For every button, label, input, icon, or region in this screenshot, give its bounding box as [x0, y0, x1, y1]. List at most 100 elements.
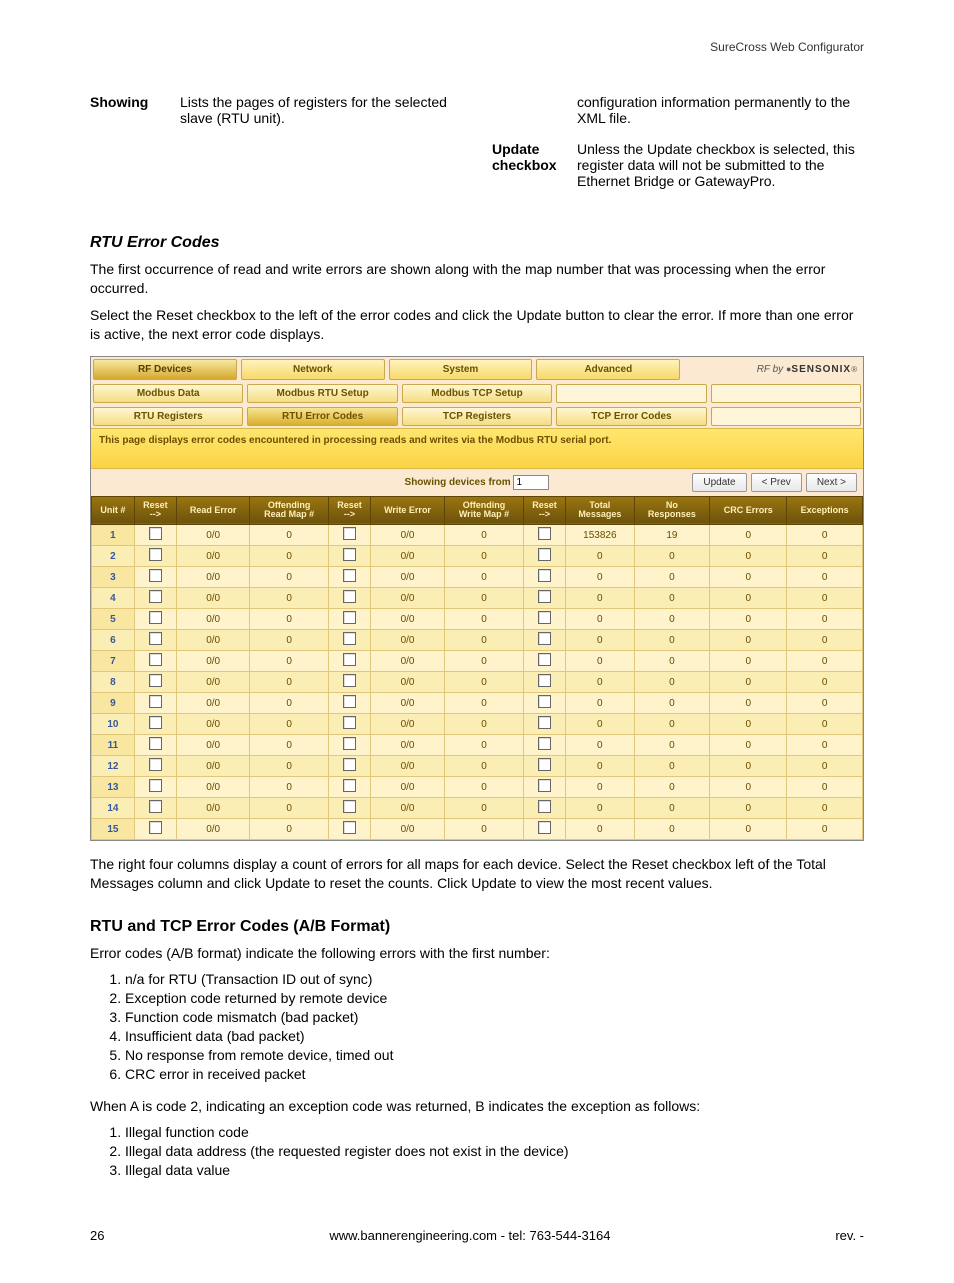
reset-checkbox[interactable] — [343, 527, 356, 540]
cell: 7 — [92, 651, 135, 672]
cell: 0 — [250, 756, 328, 777]
reset-checkbox[interactable] — [149, 590, 162, 603]
sub-rtu-error-codes[interactable]: RTU Error Codes — [247, 407, 397, 426]
cell: 0/0 — [371, 777, 445, 798]
reset-cell — [523, 693, 565, 714]
reset-checkbox[interactable] — [538, 800, 551, 813]
reset-checkbox[interactable] — [343, 800, 356, 813]
cell: 0 — [566, 672, 635, 693]
reset-checkbox[interactable] — [343, 716, 356, 729]
reset-checkbox[interactable] — [538, 590, 551, 603]
reset-checkbox[interactable] — [343, 737, 356, 750]
sub-modbus-tcp-setup[interactable]: Modbus TCP Setup — [402, 384, 552, 403]
showing-label: Showing devices from — [405, 477, 511, 488]
table-row: 90/000/000000 — [92, 693, 863, 714]
reset-checkbox[interactable] — [149, 695, 162, 708]
reset-checkbox[interactable] — [149, 569, 162, 582]
sub-modbus-data[interactable]: Modbus Data — [93, 384, 243, 403]
reset-cell — [134, 546, 176, 567]
sub-blank-3 — [711, 407, 861, 426]
table-row: 140/000/000000 — [92, 798, 863, 819]
reset-checkbox[interactable] — [538, 674, 551, 687]
term-blank — [492, 94, 567, 126]
reset-checkbox[interactable] — [343, 653, 356, 666]
sub-rtu-registers[interactable]: RTU Registers — [93, 407, 243, 426]
sub-tcp-error-codes[interactable]: TCP Error Codes — [556, 407, 706, 426]
reset-checkbox[interactable] — [343, 611, 356, 624]
next-button[interactable]: Next > — [806, 473, 857, 492]
col-header: Read Error — [176, 496, 250, 525]
reset-checkbox[interactable] — [149, 674, 162, 687]
para-codes-intro: Error codes (A/B format) indicate the fo… — [90, 944, 864, 963]
col-header: Exceptions — [787, 496, 863, 525]
reset-checkbox[interactable] — [538, 737, 551, 750]
reset-checkbox[interactable] — [149, 611, 162, 624]
reset-checkbox[interactable] — [538, 821, 551, 834]
reset-checkbox[interactable] — [149, 737, 162, 750]
reset-checkbox[interactable] — [538, 779, 551, 792]
reset-checkbox[interactable] — [343, 548, 356, 561]
cell: 0 — [787, 777, 863, 798]
reset-checkbox[interactable] — [149, 758, 162, 771]
nav-advanced[interactable]: Advanced — [536, 359, 680, 380]
cell: 0/0 — [176, 630, 250, 651]
cell: 153826 — [566, 525, 635, 546]
nav-network[interactable]: Network — [241, 359, 385, 380]
reset-checkbox[interactable] — [538, 569, 551, 582]
cell: 0 — [710, 609, 787, 630]
reset-checkbox[interactable] — [538, 653, 551, 666]
brand-rfby: RF by ●SENSONIX® — [682, 357, 863, 382]
cell: 0 — [445, 546, 524, 567]
cell: 0 — [566, 693, 635, 714]
table-row: 50/000/000000 — [92, 609, 863, 630]
reset-checkbox[interactable] — [343, 779, 356, 792]
reset-checkbox[interactable] — [538, 716, 551, 729]
page-footer: 26 www.bannerengineering.com - tel: 763-… — [90, 1228, 864, 1243]
desc-update-checkbox: Unless the Update checkbox is selected, … — [577, 141, 864, 189]
showing-input[interactable] — [513, 475, 549, 490]
sub-modbus-rtu-setup[interactable]: Modbus RTU Setup — [247, 384, 397, 403]
reset-checkbox[interactable] — [538, 695, 551, 708]
reset-checkbox[interactable] — [343, 758, 356, 771]
reset-checkbox[interactable] — [149, 548, 162, 561]
prev-button[interactable]: < Prev — [751, 473, 802, 492]
reset-checkbox[interactable] — [343, 569, 356, 582]
list-item: Illegal data value — [125, 1162, 864, 1178]
reset-checkbox[interactable] — [538, 611, 551, 624]
update-button[interactable]: Update — [692, 473, 746, 492]
reset-checkbox[interactable] — [343, 590, 356, 603]
heading-ab-format: RTU and TCP Error Codes (A/B Format) — [90, 918, 864, 936]
reset-cell — [134, 525, 176, 546]
reset-checkbox[interactable] — [149, 527, 162, 540]
reset-checkbox[interactable] — [149, 653, 162, 666]
cell: 0/0 — [371, 693, 445, 714]
reset-checkbox[interactable] — [149, 779, 162, 792]
cell: 0 — [445, 693, 524, 714]
cell: 0/0 — [176, 777, 250, 798]
cell: 0 — [710, 567, 787, 588]
desc-xml: configuration information permanently to… — [577, 94, 864, 126]
reset-checkbox[interactable] — [149, 821, 162, 834]
reset-cell — [134, 735, 176, 756]
reset-checkbox[interactable] — [343, 821, 356, 834]
nav-rf-devices[interactable]: RF Devices — [93, 359, 237, 380]
reset-checkbox[interactable] — [538, 548, 551, 561]
reset-checkbox[interactable] — [343, 632, 356, 645]
reset-cell — [328, 819, 370, 840]
reset-checkbox[interactable] — [149, 800, 162, 813]
cell: 0/0 — [176, 693, 250, 714]
reset-checkbox[interactable] — [538, 527, 551, 540]
reset-checkbox[interactable] — [538, 632, 551, 645]
sub-tcp-registers[interactable]: TCP Registers — [402, 407, 552, 426]
reset-checkbox[interactable] — [149, 632, 162, 645]
cell: 0/0 — [371, 735, 445, 756]
cell: 0 — [250, 819, 328, 840]
reset-checkbox[interactable] — [538, 758, 551, 771]
reset-checkbox[interactable] — [149, 716, 162, 729]
reset-checkbox[interactable] — [343, 695, 356, 708]
reset-checkbox[interactable] — [343, 674, 356, 687]
cell: 0 — [445, 630, 524, 651]
cell: 0/0 — [371, 525, 445, 546]
cell: 0 — [634, 651, 710, 672]
nav-system[interactable]: System — [389, 359, 533, 380]
